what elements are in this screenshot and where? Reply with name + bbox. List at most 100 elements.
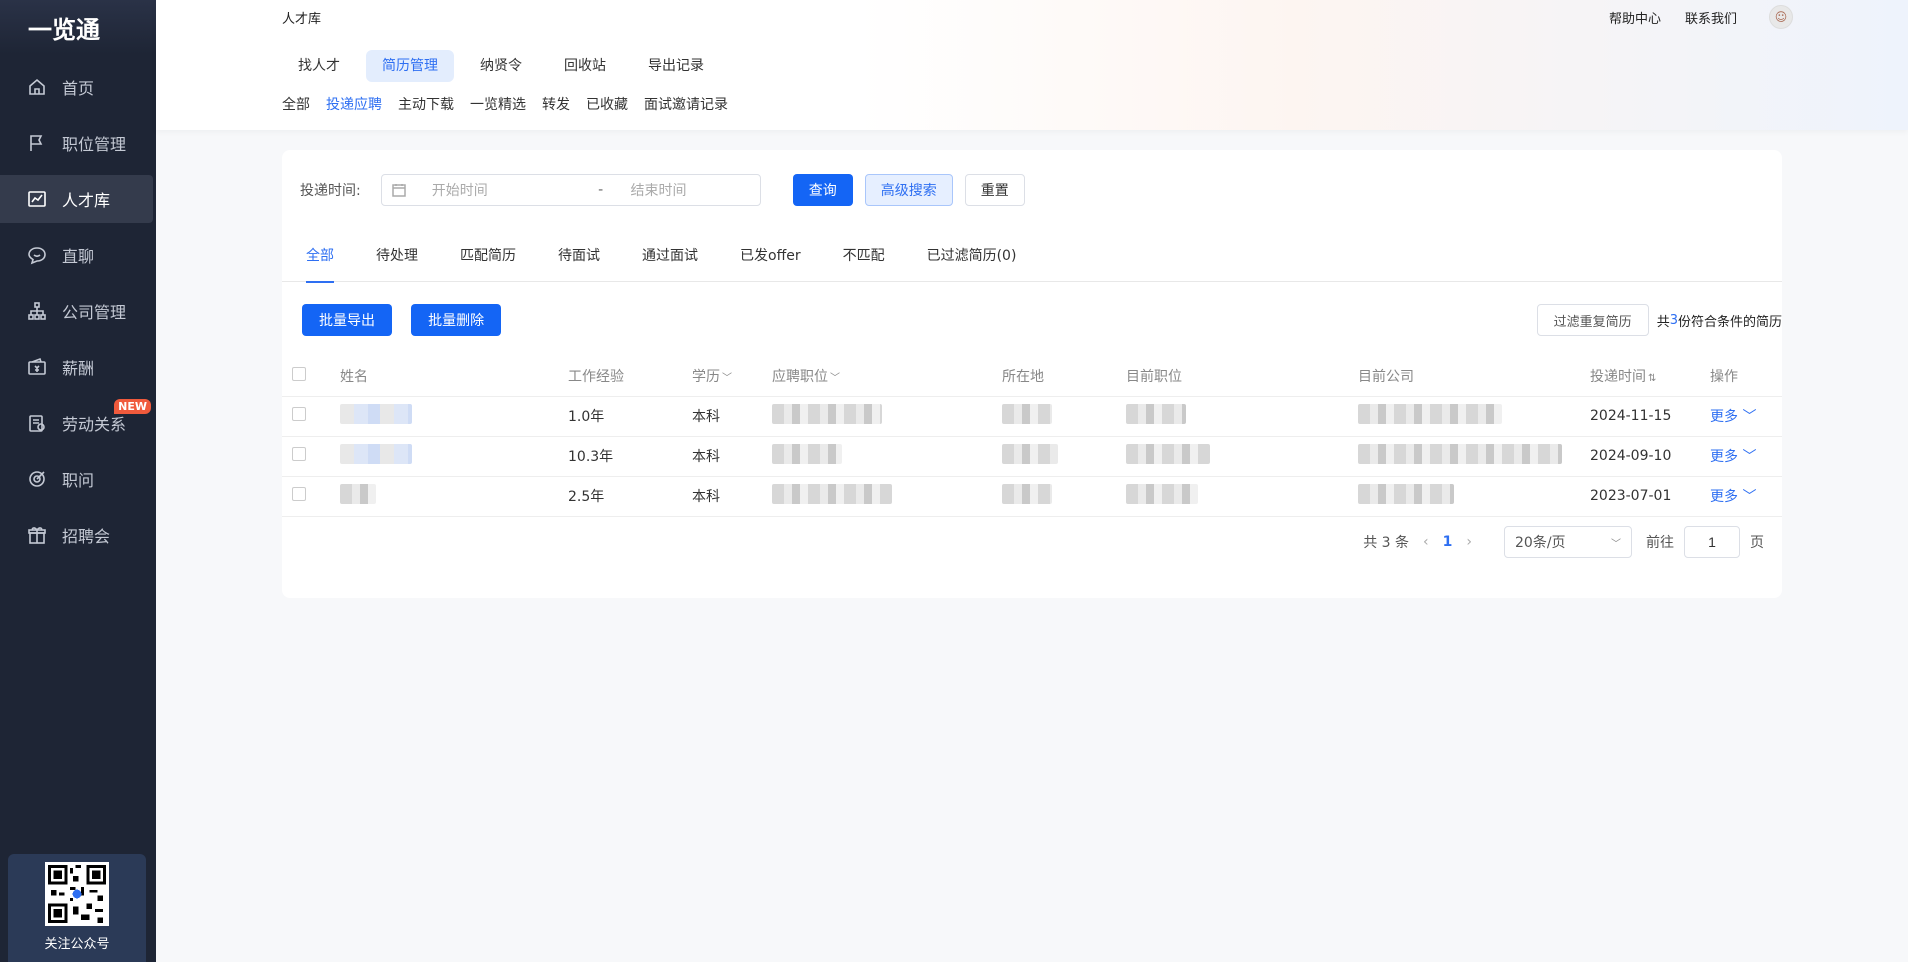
- filter-duplicates-button[interactable]: 过滤重复简历: [1536, 304, 1649, 336]
- more-dropdown[interactable]: 更多 ﹀: [1710, 449, 1756, 465]
- cell-experience: 1.0年: [568, 396, 692, 437]
- chart-icon: [26, 188, 48, 210]
- action-row: 批量导出 批量删除 过滤重复简历 共 3 份符合条件的简历: [302, 304, 1782, 338]
- more-label: 更多: [1710, 449, 1738, 465]
- chevron-down-icon: ﹀: [1742, 489, 1757, 505]
- subtab-interview-invites[interactable]: 面试邀请记录: [644, 94, 728, 114]
- redacted-company: [1358, 484, 1454, 504]
- top-header: 人才库 帮助中心 联系我们 ☺ 找人才 简历管理 纳贤令 回收站 导出记录 全部…: [156, 0, 1908, 130]
- qr-label: 关注公众号: [44, 937, 110, 952]
- sidebar-item-company[interactable]: 公司管理: [0, 287, 153, 335]
- chevron-down-icon: ﹀: [1742, 409, 1757, 425]
- row-checkbox[interactable]: [292, 487, 306, 501]
- page-title: 人才库: [282, 12, 322, 27]
- sidebar-item-jobs[interactable]: 职位管理: [0, 119, 153, 167]
- app-logo[interactable]: 一览通: [0, 0, 156, 54]
- pagination: 共 3 条 ‹ 1 › 20条/页 ﹀ 前往 页: [1363, 526, 1764, 558]
- page-number[interactable]: 1: [1443, 534, 1453, 550]
- resume-table: 姓名 工作经验 学历 ﹀ 应聘职位 ﹀ 所在地 目前职位 目前公司 投递时间 ⇅ 操作…: [282, 356, 1782, 517]
- redacted-name[interactable]: [340, 444, 412, 464]
- sub-tabs: 全部 投递应聘 主动下载 一览精选 转发 已收藏 面试邀请记录: [282, 94, 744, 114]
- sidebar-item-labor[interactable]: 劳动关系 NEW: [0, 399, 153, 447]
- more-dropdown[interactable]: 更多 ﹀: [1710, 409, 1756, 425]
- tab-recycle-bin[interactable]: 回收站: [548, 50, 622, 82]
- home-icon: [26, 76, 48, 98]
- tab-find-talent[interactable]: 找人才: [282, 50, 356, 82]
- col-education[interactable]: 学历 ﹀: [692, 356, 772, 397]
- sidebar-item-salary[interactable]: 薪酬: [0, 343, 153, 391]
- tab-recruit-order[interactable]: 纳贤令: [464, 50, 538, 82]
- start-date-input[interactable]: 开始时间: [432, 180, 571, 200]
- subtab-all[interactable]: 全部: [282, 94, 310, 114]
- status-tab-offer[interactable]: 已发offer: [740, 230, 801, 282]
- status-tab-unmatched[interactable]: 不匹配: [843, 230, 885, 282]
- row-checkbox[interactable]: [292, 407, 306, 421]
- col-actions: 操作: [1710, 356, 1782, 397]
- cell-date: 2024-11-15: [1590, 396, 1710, 437]
- sidebar-item-job-fair[interactable]: 招聘会: [0, 511, 153, 559]
- reset-button[interactable]: 重置: [964, 174, 1025, 206]
- col-position[interactable]: 应聘职位 ﹀: [772, 356, 1002, 397]
- sort-icon[interactable]: ⇅: [1648, 373, 1656, 384]
- avatar[interactable]: ☺: [1769, 5, 1793, 29]
- redacted-name[interactable]: [340, 404, 412, 424]
- result-count: 3: [1669, 312, 1678, 328]
- select-all-checkbox[interactable]: [292, 366, 306, 381]
- batch-delete-button[interactable]: 批量删除: [411, 304, 502, 336]
- col-position-label: 应聘职位: [772, 368, 828, 385]
- subtab-favorites[interactable]: 已收藏: [586, 94, 628, 114]
- more-label: 更多: [1710, 409, 1738, 425]
- redacted-company: [1358, 444, 1562, 464]
- query-button[interactable]: 查询: [792, 174, 853, 206]
- date-range-picker[interactable]: 开始时间 - 结束时间: [380, 174, 761, 206]
- sidebar-item-label: 直聊: [62, 247, 95, 266]
- header-links: 帮助中心 联系我们 ☺: [1585, 5, 1793, 29]
- sidebar-item-label: 首页: [62, 79, 95, 98]
- subtab-forwarded[interactable]: 转发: [542, 94, 570, 114]
- sidebar-item-talent[interactable]: 人才库: [0, 175, 153, 223]
- next-page-icon[interactable]: ›: [1466, 534, 1472, 550]
- prev-page-icon[interactable]: ‹: [1423, 534, 1429, 550]
- page-size-select[interactable]: 20条/页 ﹀: [1504, 526, 1632, 558]
- sidebar-item-ask[interactable]: 职问: [0, 455, 153, 503]
- contact-us-link[interactable]: 联系我们: [1685, 8, 1737, 27]
- sidebar-item-home[interactable]: 首页: [0, 63, 153, 111]
- more-dropdown[interactable]: 更多 ﹀: [1710, 489, 1756, 505]
- status-tab-pending[interactable]: 待处理: [376, 230, 418, 282]
- subtab-picks[interactable]: 一览精选: [470, 94, 526, 114]
- end-date-input[interactable]: 结束时间: [631, 180, 760, 200]
- sidebar-item-chat[interactable]: 直聊: [0, 231, 153, 279]
- wallet-icon: [26, 356, 48, 378]
- sidebar-item-label: 职位管理: [62, 135, 127, 154]
- row-checkbox[interactable]: [292, 447, 306, 461]
- chevron-down-icon: ﹀: [722, 372, 732, 384]
- redacted-title: [1126, 404, 1186, 424]
- batch-export-button[interactable]: 批量导出: [302, 304, 392, 336]
- table-row[interactable]: 2.5年 本科 2023-07-01 更多 ﹀: [282, 476, 1782, 517]
- gift-icon: [26, 524, 48, 546]
- org-icon: [26, 300, 48, 322]
- help-center-link[interactable]: 帮助中心: [1609, 8, 1661, 27]
- subtab-downloads[interactable]: 主动下载: [398, 94, 454, 114]
- status-tab-filtered[interactable]: 已过滤简历(0): [927, 230, 1017, 282]
- advanced-search-button[interactable]: 高级搜索: [864, 174, 953, 206]
- subtab-applications[interactable]: 投递应聘: [326, 94, 382, 114]
- redacted-company: [1358, 404, 1502, 424]
- table-row[interactable]: 1.0年 本科 2024-11-15 更多 ﹀: [282, 396, 1782, 437]
- status-tabs: 全部 待处理 匹配简历 待面试 通过面试 已发offer 不匹配 已过滤简历(0…: [282, 230, 1782, 283]
- chevron-down-icon: ﹀: [1611, 538, 1621, 550]
- col-apply-date[interactable]: 投递时间 ⇅: [1590, 356, 1710, 397]
- count-suffix: 份符合条件的简历: [1677, 314, 1782, 330]
- page-suffix: 页: [1750, 535, 1764, 551]
- sidebar-item-label: 公司管理: [62, 303, 127, 322]
- status-tab-to-interview[interactable]: 待面试: [558, 230, 600, 282]
- tab-resume-management[interactable]: 简历管理: [366, 50, 454, 82]
- goto-page-input[interactable]: [1684, 526, 1740, 558]
- status-tab-all[interactable]: 全部: [306, 230, 334, 283]
- table-row[interactable]: 10.3年 本科 2024-09-10 更多 ﹀: [282, 436, 1782, 477]
- tab-export-records[interactable]: 导出记录: [632, 50, 720, 82]
- redacted-name[interactable]: [340, 484, 376, 504]
- col-current-company: 目前公司: [1358, 356, 1590, 397]
- status-tab-matched[interactable]: 匹配简历: [460, 230, 516, 282]
- status-tab-passed[interactable]: 通过面试: [642, 230, 698, 282]
